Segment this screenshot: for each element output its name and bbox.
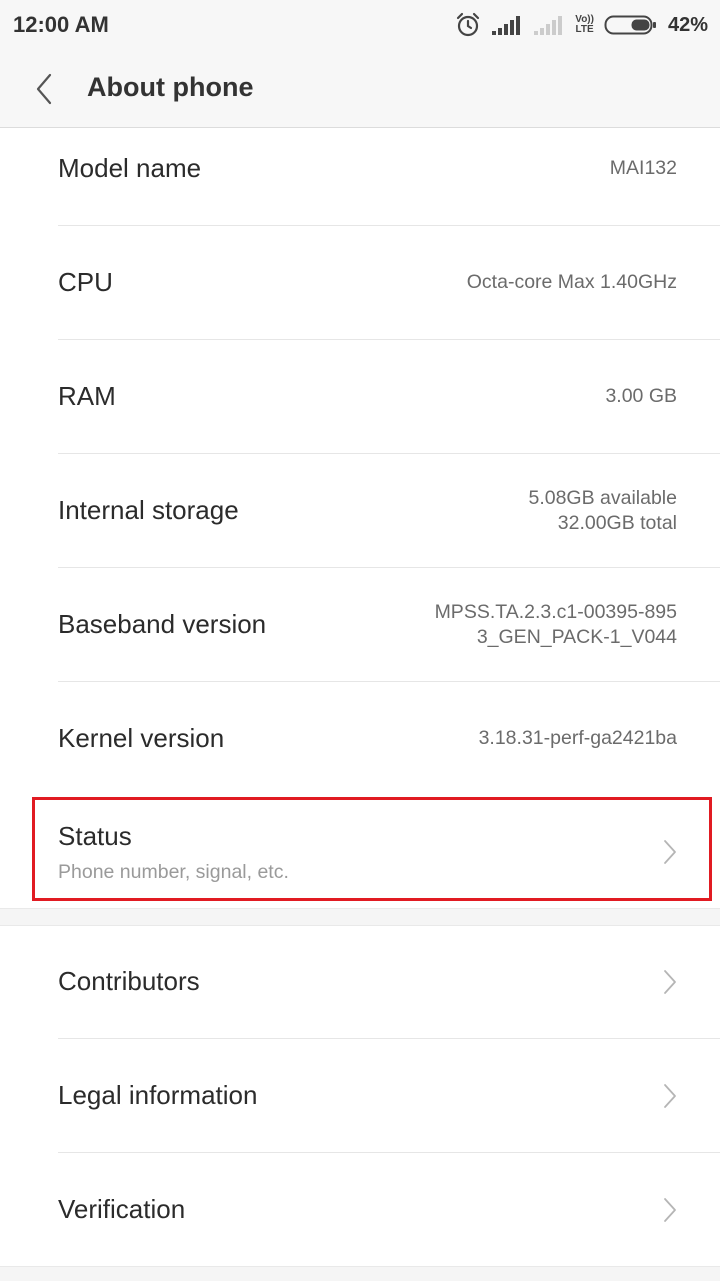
info-value: 3.18.31-perf-ga2421ba bbox=[479, 682, 677, 795]
chevron-right-icon bbox=[664, 1198, 676, 1222]
status-bar: 12:00 AM Vo)) LTE 42% bbox=[0, 0, 720, 50]
info-label: Kernel version bbox=[58, 723, 225, 753]
info-value-line: Octa-core Max 1.40GHz bbox=[466, 271, 677, 293]
volte-bottom: LTE bbox=[575, 24, 594, 35]
section-separator bbox=[0, 908, 720, 926]
bottom-separator bbox=[0, 1266, 720, 1281]
info-row-kernel-version[interactable]: Kernel version 3.18.31-perf-ga2421ba bbox=[0, 682, 720, 796]
info-value-line: 3.00 GB bbox=[605, 385, 677, 407]
info-value: MPSS.TA.2.3.c1-00395-895 3_GEN_PACK-1_V0… bbox=[435, 568, 677, 681]
info-value: MAI132 bbox=[610, 112, 677, 225]
battery-percent: 42% bbox=[667, 13, 708, 36]
signal-weak-icon bbox=[534, 16, 563, 35]
nav-item-label: Legal information bbox=[58, 1080, 258, 1110]
chevron-right-icon bbox=[664, 840, 676, 864]
status-time: 12:00 AM bbox=[13, 12, 109, 37]
nav-item-label: Verification bbox=[58, 1194, 186, 1224]
nav-item-verification[interactable]: Verification bbox=[0, 1153, 720, 1267]
info-value-line: 3.18.31-perf-ga2421ba bbox=[478, 727, 677, 749]
nav-item-contributors[interactable]: Contributors bbox=[0, 925, 720, 1039]
nav-item-label: Contributors bbox=[58, 966, 200, 996]
chevron-right-icon bbox=[664, 1084, 676, 1108]
info-value-line: MPSS.TA.2.3.c1-00395-895 bbox=[434, 600, 677, 623]
signal-full-icon bbox=[492, 16, 521, 35]
info-value: Octa-core Max 1.40GHz bbox=[467, 226, 677, 339]
nav-item-legal-information[interactable]: Legal information bbox=[0, 1039, 720, 1153]
info-value: 5.08GB available 32.00GB total bbox=[528, 454, 677, 567]
info-value: 3.00 GB bbox=[605, 340, 677, 453]
info-value-line: 3_GEN_PACK-1_V044 bbox=[476, 625, 677, 648]
info-label: Baseband version bbox=[58, 609, 267, 639]
info-row-ram[interactable]: RAM 3.00 GB bbox=[0, 340, 720, 454]
info-label: Internal storage bbox=[58, 495, 239, 525]
info-label: CPU bbox=[58, 267, 113, 297]
status-item[interactable]: Status Phone number, signal, etc. bbox=[0, 795, 720, 907]
status-item-subtitle: Phone number, signal, etc. bbox=[58, 861, 289, 883]
info-label: RAM bbox=[58, 381, 116, 411]
status-icons: Vo)) LTE 42% bbox=[455, 10, 708, 40]
info-row-baseband-version[interactable]: Baseband version MPSS.TA.2.3.c1-00395-89… bbox=[0, 568, 720, 682]
info-row-internal-storage[interactable]: Internal storage 5.08GB available 32.00G… bbox=[0, 454, 720, 568]
info-label: Model name bbox=[58, 153, 202, 183]
info-value-line: 32.00GB total bbox=[557, 511, 677, 534]
battery-icon bbox=[604, 15, 656, 35]
back-button[interactable] bbox=[28, 70, 60, 108]
chevron-right-icon bbox=[664, 970, 676, 994]
page-title: About phone bbox=[87, 72, 254, 102]
volte-icon: Vo)) LTE bbox=[575, 15, 594, 35]
status-item-title: Status bbox=[58, 821, 132, 851]
info-row-cpu[interactable]: CPU Octa-core Max 1.40GHz bbox=[0, 226, 720, 340]
info-value-line: MAI132 bbox=[609, 157, 677, 179]
info-value-line: 5.08GB available bbox=[528, 486, 677, 509]
info-row-model-name[interactable]: Model name MAI132 bbox=[0, 112, 720, 226]
chevron-left-icon bbox=[36, 73, 52, 105]
alarm-icon bbox=[457, 12, 480, 37]
